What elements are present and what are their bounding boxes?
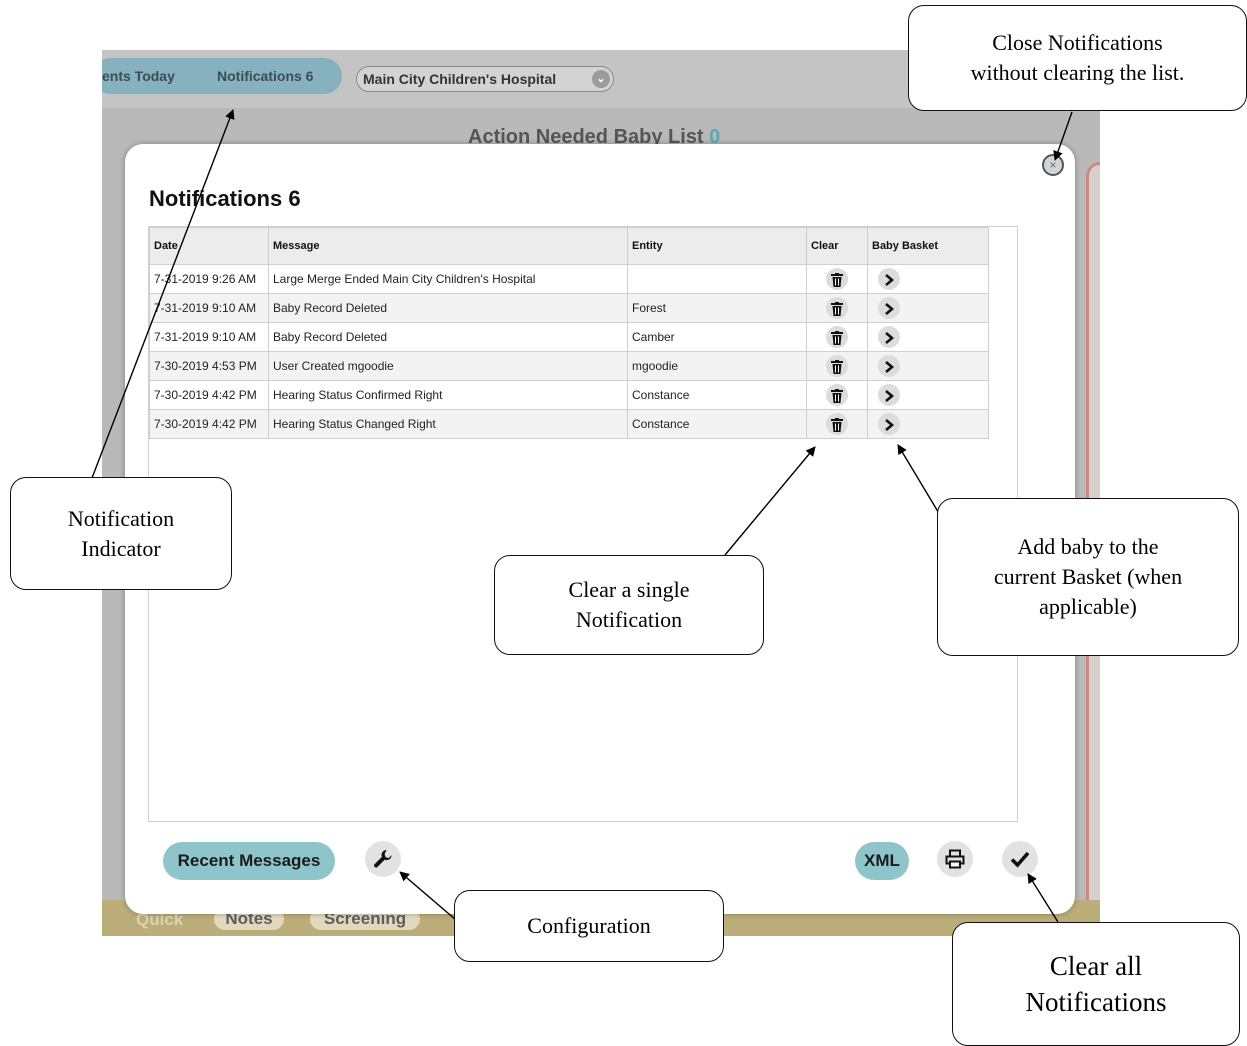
wrench-icon[interactable] [365,841,401,877]
table-row: 7-30-2019 4:42 PM Hearing Status Changed… [149,409,989,439]
callout-clear-all: Clear all Notifications [952,922,1240,1046]
cell-date: 7-30-2019 4:53 PM [149,351,269,381]
cell-date: 7-31-2019 9:10 AM [149,322,269,352]
trash-icon[interactable] [826,413,848,435]
cell-basket [867,322,989,352]
table-row: 7-30-2019 4:53 PM User Created mgoodie m… [149,351,989,381]
column-header-message: Message [268,227,628,265]
xml-button[interactable]: XML [855,842,909,880]
printer-icon[interactable] [937,841,973,877]
callout-indicator: Notification Indicator [10,477,232,590]
cell-basket [867,351,989,381]
trash-icon[interactable] [826,297,848,319]
callout-add-baby: Add baby to the current Basket (when appli… [937,498,1239,656]
chevron-right-icon[interactable] [878,268,900,290]
tab-appointments-today[interactable]: ents Today [102,68,175,84]
cell-basket [867,293,989,323]
notifications-table: Date Message Entity Clear Baby Basket 7-… [149,227,989,439]
cell-date: 7-30-2019 4:42 PM [149,380,269,410]
table-row: 7-30-2019 4:42 PM Hearing Status Confirm… [149,380,989,410]
cell-clear [806,380,868,410]
cell-entity: Forest [627,293,807,323]
trash-icon[interactable] [826,268,848,290]
cell-date: 7-31-2019 9:10 AM [149,293,269,323]
callout-configuration: Configuration [454,890,724,962]
recent-messages-button[interactable]: Recent Messages [163,842,335,880]
check-icon[interactable] [1002,841,1038,877]
column-header-clear: Clear [806,227,868,265]
chevron-right-icon[interactable] [878,297,900,319]
cell-message: Baby Record Deleted [268,293,628,323]
cell-basket [867,380,989,410]
cell-basket [867,409,989,439]
cell-message: Baby Record Deleted [268,322,628,352]
column-header-entity: Entity [627,227,807,265]
chevron-right-icon[interactable] [878,326,900,348]
cell-clear [806,322,868,352]
cell-clear [806,264,868,294]
trash-icon[interactable] [826,355,848,377]
modal-title: Notifications 6 [149,186,301,211]
trash-icon[interactable] [826,326,848,348]
cell-message: User Created mgoodie [268,351,628,381]
cell-message: Hearing Status Changed Right [268,409,628,439]
cell-message: Hearing Status Confirmed Right [268,380,628,410]
chevron-right-icon[interactable] [878,384,900,406]
cell-entity: Constance [627,380,807,410]
trash-icon[interactable] [826,384,848,406]
close-icon[interactable]: × [1042,154,1064,176]
callout-close: Close Notifications without clearing the … [908,5,1247,111]
cell-clear [806,409,868,439]
chevron-right-icon[interactable] [878,355,900,377]
cell-date: 7-30-2019 4:42 PM [149,409,269,439]
cell-clear [806,351,868,381]
table-row: 7-31-2019 9:10 AM Baby Record Deleted Fo… [149,293,989,323]
chevron-right-icon[interactable] [878,413,900,435]
cell-basket [867,264,989,294]
tab-notifications[interactable]: Notifications 6 [217,68,313,84]
callout-clear-single: Clear a single Notification [494,555,764,655]
cell-entity: Camber [627,322,807,352]
table-row: 7-31-2019 9:26 AM Large Merge Ended Main… [149,264,989,294]
hospital-select-value: Main City Children's Hospital [363,71,557,87]
notifications-modal: × Notifications 6 Date Message Entity Cl… [125,144,1075,914]
column-header-date: Date [149,227,269,265]
column-header-baby-basket: Baby Basket [867,227,989,265]
cell-clear [806,293,868,323]
table-row: 7-31-2019 9:10 AM Baby Record Deleted Ca… [149,322,989,352]
cell-entity: mgoodie [627,351,807,381]
chevron-down-icon: ⌄ [592,70,610,88]
notifications-table-wrap: Date Message Entity Clear Baby Basket 7-… [148,226,1018,822]
cell-message: Large Merge Ended Main City Children's H… [268,264,628,294]
cell-entity: Constance [627,409,807,439]
cell-date: 7-31-2019 9:26 AM [149,264,269,294]
cell-entity [627,264,807,294]
hospital-select[interactable]: Main City Children's Hospital ⌄ [356,66,614,92]
